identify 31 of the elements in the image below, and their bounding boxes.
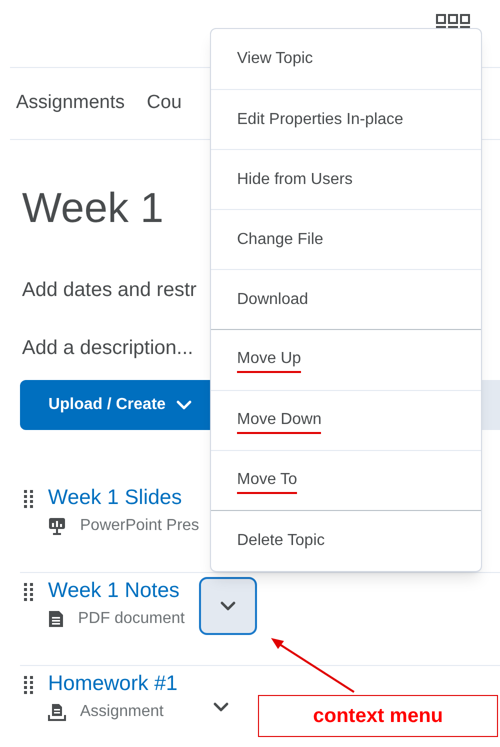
chevron-down-icon: [220, 601, 236, 611]
page-title: Week 1: [22, 183, 165, 233]
drag-handle-icon[interactable]: [24, 583, 34, 601]
menu-item[interactable]: Edit Properties In-place: [237, 108, 404, 132]
annotation-label: context menu: [312, 704, 444, 729]
menu-item[interactable]: Move Down: [237, 408, 322, 434]
menu-item[interactable]: Delete Topic: [237, 529, 325, 553]
nav-link[interactable]: Assignments: [16, 89, 125, 118]
document-icon: [48, 610, 64, 628]
menu-item[interactable]: Download: [237, 288, 308, 312]
menu-item[interactable]: View Topic: [237, 47, 313, 71]
drag-handle-icon[interactable]: [24, 490, 34, 508]
context-menu-button[interactable]: [198, 577, 257, 635]
menu-item[interactable]: Move Up: [237, 347, 302, 373]
topic-link[interactable]: Week 1 Notes: [48, 577, 185, 605]
drag-handle-icon[interactable]: [24, 676, 34, 694]
topic-type: PowerPoint Pres: [80, 516, 200, 536]
chevron-down-icon: [176, 400, 192, 410]
description-placeholder[interactable]: Add a description...: [22, 337, 194, 359]
nav-link[interactable]: Cou: [146, 89, 182, 118]
menu-item[interactable]: Hide from Users: [237, 168, 353, 192]
menu-item[interactable]: Change File: [237, 228, 324, 252]
presentation-icon: [48, 517, 66, 535]
topic-type: Assignment: [80, 702, 164, 722]
topic-link[interactable]: Week 1 Slides: [48, 484, 200, 512]
menu-item[interactable]: Move To: [237, 468, 298, 494]
chevron-down-icon: [212, 702, 229, 712]
add-dates-link[interactable]: Add dates and restr: [22, 279, 197, 301]
topic-link[interactable]: Homework #1: [48, 670, 178, 698]
assignment-icon: [48, 703, 66, 721]
topic-type: PDF document: [78, 609, 185, 629]
